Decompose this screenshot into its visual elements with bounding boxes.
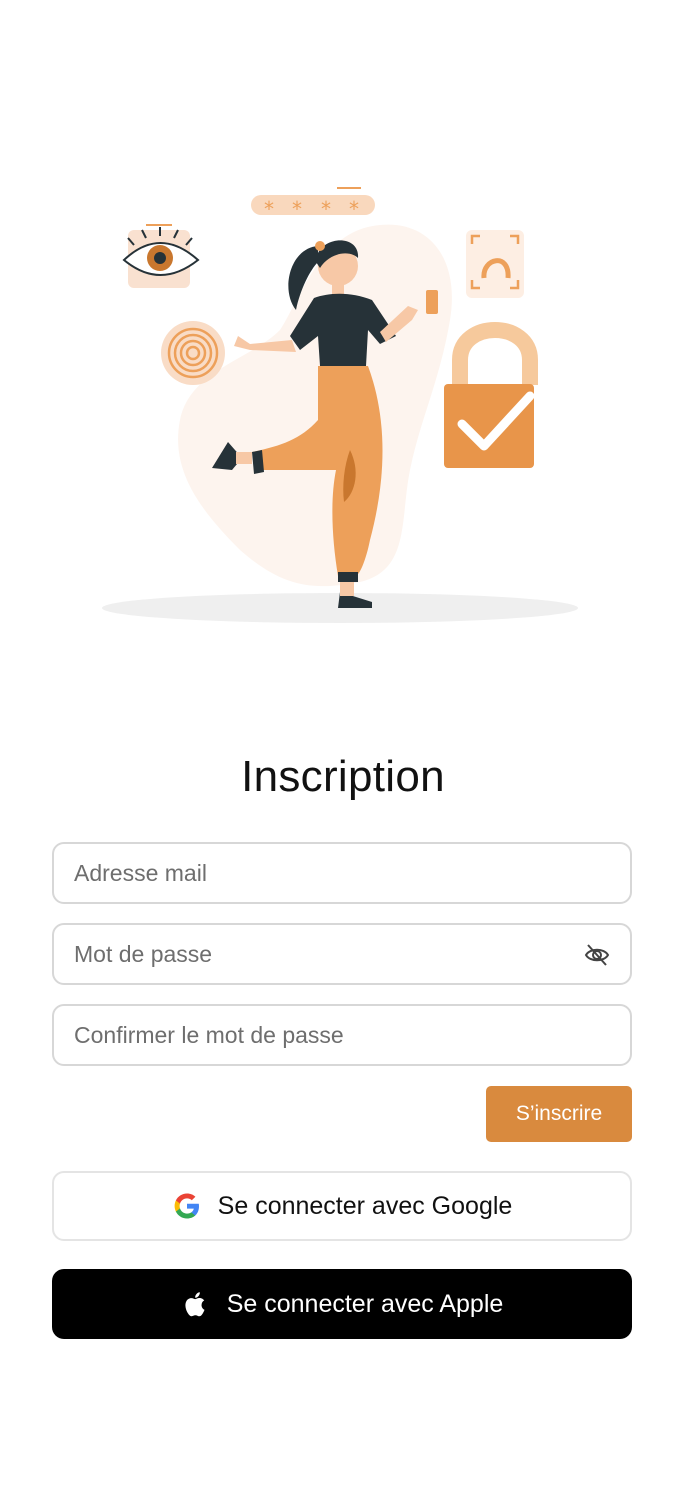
apple-signin-button[interactable]: Se connecter avec Apple — [52, 1269, 632, 1339]
svg-text:*: * — [349, 197, 359, 221]
confirm-password-input[interactable] — [74, 1021, 610, 1049]
confirm-password-field[interactable] — [52, 1004, 632, 1066]
eye-off-icon[interactable] — [584, 942, 610, 968]
apple-icon — [181, 1289, 211, 1319]
email-field[interactable] — [52, 842, 632, 904]
google-signin-label: Se connecter avec Google — [217, 1191, 513, 1220]
svg-text:*: * — [321, 197, 331, 221]
password-field[interactable] — [52, 923, 632, 985]
signup-button[interactable]: S’inscrire — [486, 1086, 632, 1142]
eye-scan-icon — [122, 224, 200, 288]
svg-text:*: * — [264, 197, 274, 221]
face-id-icon — [466, 230, 524, 298]
hero-illustration: * * * * — [0, 0, 686, 680]
svg-text:*: * — [292, 197, 302, 221]
google-signin-button[interactable]: Se connecter avec Google — [52, 1171, 632, 1241]
fingerprint-icon — [161, 321, 225, 385]
page-title: Inscription — [241, 752, 445, 801]
google-icon — [172, 1191, 202, 1221]
padlock-check-icon — [444, 322, 538, 468]
apple-signin-label: Se connecter avec Apple — [226, 1289, 504, 1318]
security-illustration: * * * * — [102, 187, 578, 623]
email-input[interactable] — [74, 859, 610, 887]
password-input[interactable] — [74, 940, 610, 968]
